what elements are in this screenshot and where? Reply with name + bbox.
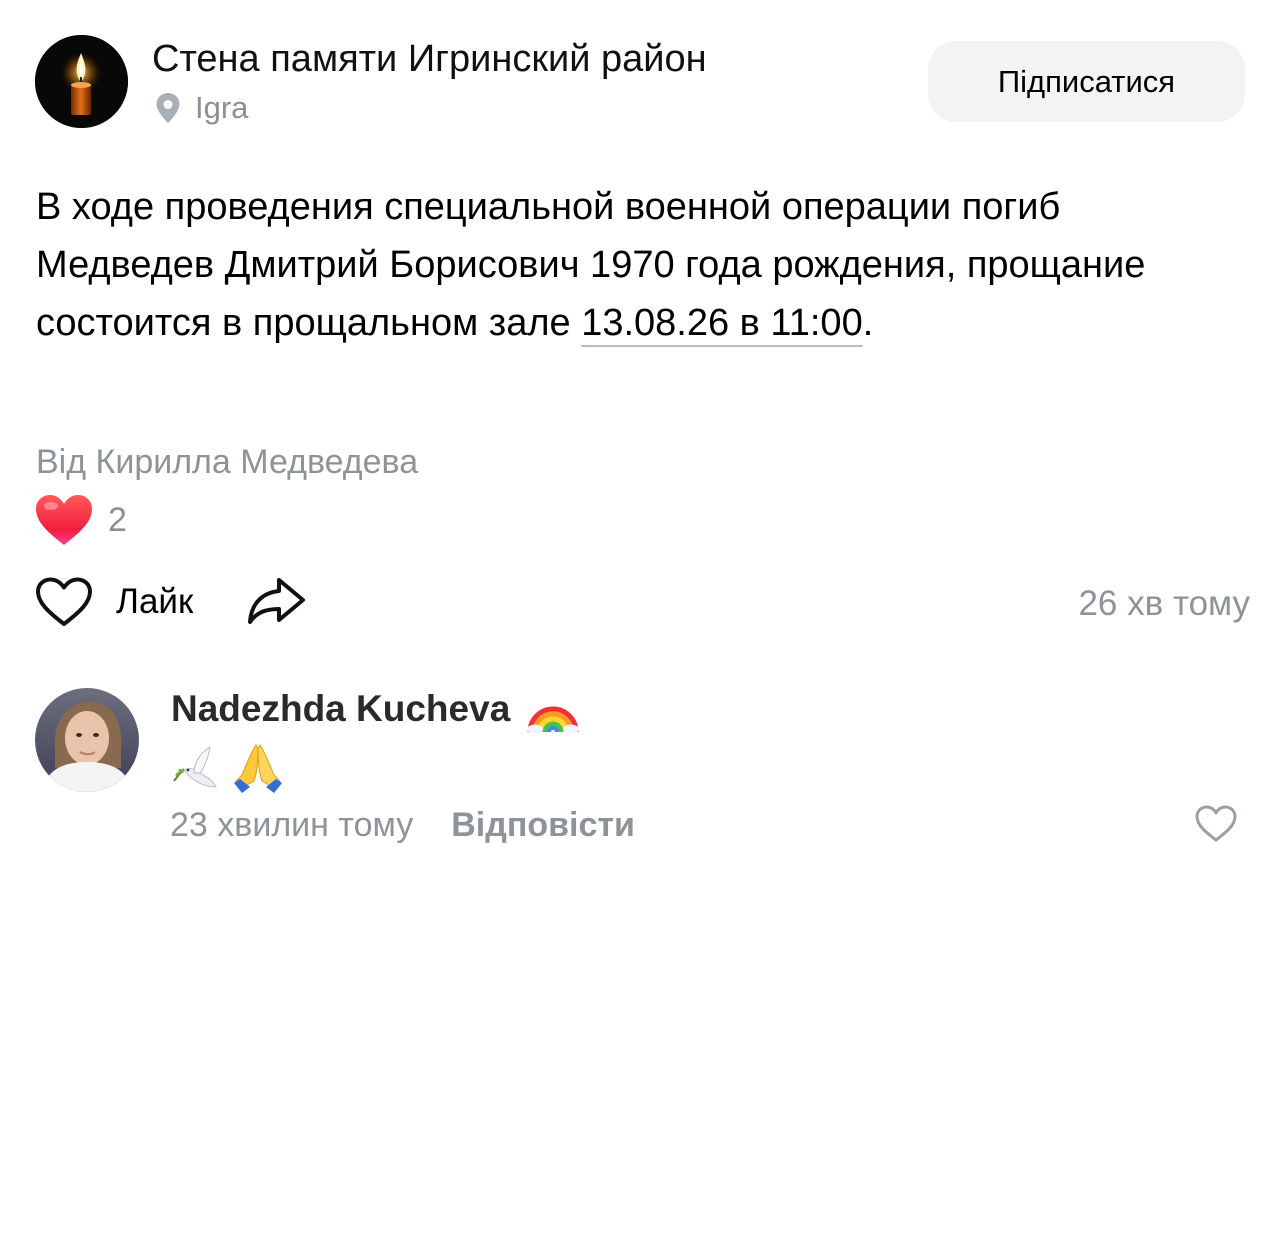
post-timestamp: 26 хв тому <box>1078 584 1250 623</box>
comment-author-row: Nadezhda Kucheva <box>171 683 580 735</box>
comment-text <box>170 740 286 796</box>
comment-meta: 23 хвилин тому Відповісти <box>170 802 635 848</box>
share-button[interactable] <box>245 576 307 628</box>
dove-icon <box>173 745 217 788</box>
group-name[interactable]: Стена памяти Игринский район <box>152 36 707 82</box>
share-arrow-icon <box>248 578 306 624</box>
candle-icon <box>35 35 128 128</box>
location-row: Igra <box>155 88 248 128</box>
location-pin-icon <box>156 93 180 123</box>
subscribe-button[interactable]: Підписатися <box>928 41 1245 122</box>
rainbow-icon <box>527 706 580 734</box>
post-text-end: . <box>862 302 874 344</box>
reactions-summary[interactable]: 2 <box>34 490 127 550</box>
like-button[interactable]: Лайк <box>34 576 193 628</box>
post-actions: Лайк <box>34 572 307 632</box>
praying-hands-icon <box>234 744 282 793</box>
post-author-line[interactable]: Від Кирилла Медведева <box>36 440 418 484</box>
commenter-avatar[interactable] <box>35 688 139 792</box>
reactions-count: 2 <box>108 500 127 539</box>
comment-timestamp: 23 хвилин тому <box>170 805 414 844</box>
location-text: Igra <box>195 90 249 125</box>
comment-like-button[interactable] <box>1194 804 1238 844</box>
group-avatar[interactable] <box>35 35 128 128</box>
post-text: В ходе проведения специальной военной оп… <box>36 178 1236 352</box>
comment-author-name[interactable]: Nadezhda Kucheva <box>171 688 510 730</box>
like-label: Лайк <box>116 582 194 621</box>
post-date-link[interactable]: 13.08.26 в 11:00 <box>581 302 863 344</box>
reply-button[interactable]: Відповісти <box>451 806 635 845</box>
heart-reaction-icon <box>36 495 92 545</box>
avatar-photo <box>35 688 139 792</box>
heart-outline-icon <box>1195 805 1237 842</box>
heart-outline-icon <box>36 577 92 626</box>
